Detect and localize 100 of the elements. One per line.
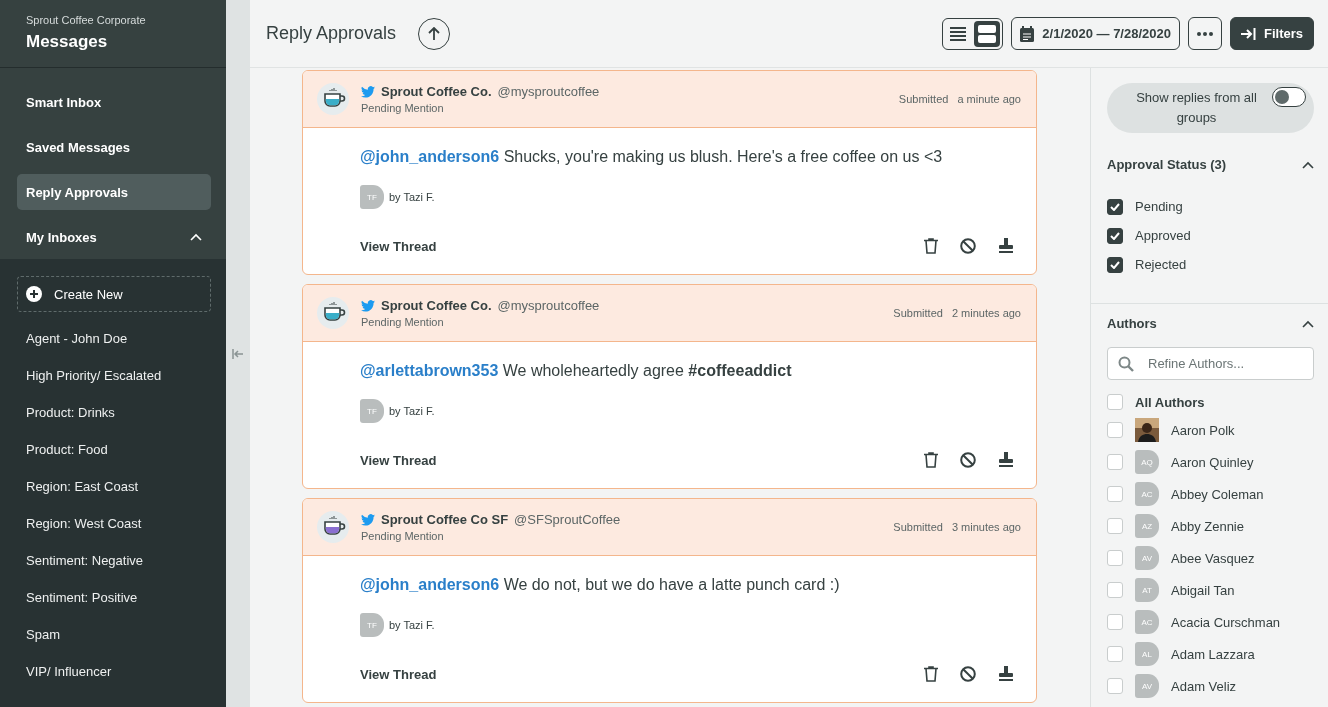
inbox-item[interactable]: Region: East Coast <box>17 468 211 505</box>
checkbox-label[interactable]: Rejected <box>1135 257 1187 272</box>
inbox-item[interactable]: Region: West Coast <box>17 505 211 542</box>
trash-icon[interactable] <box>924 238 938 254</box>
account-handle: @SFSproutCoffee <box>514 512 621 527</box>
submitted-time: a minute ago <box>957 93 1021 105</box>
author-avatar: AT <box>1135 578 1159 602</box>
nav-item[interactable]: Smart Inbox <box>17 84 211 120</box>
coffee-cup-icon <box>317 83 349 115</box>
author-avatar: AC <box>1135 482 1159 506</box>
author-name[interactable]: Aaron Quinley <box>1171 454 1254 470</box>
more-button[interactable] <box>1188 17 1222 50</box>
ban-icon[interactable] <box>960 452 976 468</box>
calendar-icon <box>1020 25 1035 42</box>
account-handle: @mysproutcoffee <box>497 84 600 99</box>
author-name[interactable]: Acacia Curschman <box>1171 614 1281 630</box>
chevron-icon[interactable] <box>1302 319 1314 328</box>
checkbox[interactable] <box>1107 256 1123 273</box>
author-name[interactable]: Adam Lazzara <box>1171 646 1255 662</box>
author-avatar: TF <box>360 185 384 209</box>
author-name: by Tazi F. <box>389 405 435 417</box>
checkbox[interactable] <box>1107 227 1123 244</box>
author-name: by Tazi F. <box>389 191 435 203</box>
checkmark-icon <box>1110 260 1120 269</box>
inbox-item[interactable]: Product: Food <box>17 431 211 468</box>
bird-icon <box>361 513 375 526</box>
message-text: @john_anderson6 Shucks, you're making us blush. Here's a free coffee on us <3 <box>360 147 944 167</box>
trash-icon[interactable] <box>924 452 938 468</box>
author-avatar: AV <box>1135 546 1159 570</box>
message-text: @john_anderson6 We do not, but we do have a latte punch card :) <box>360 575 841 595</box>
plus-circle-icon <box>26 286 42 302</box>
submitted-label: Submitted <box>893 521 943 533</box>
view-thread-link[interactable]: View Thread <box>360 452 902 468</box>
inbox-item[interactable]: Product: Drinks <box>17 394 211 431</box>
inbox-item[interactable]: Agent - John Doe <box>17 320 211 357</box>
submitted-label: Submitted <box>898 93 949 105</box>
filter-section-title[interactable]: Approval Status (3) <box>1107 157 1227 172</box>
account-name: Sprout Coffee Co SF <box>381 512 509 527</box>
submitted-time: 3 minutes ago <box>951 521 1021 533</box>
organization-name: Sprout Coffee Corporate <box>26 14 147 26</box>
inbox-item[interactable]: VIP/ Influencer <box>17 653 211 690</box>
trash-icon[interactable] <box>924 666 938 682</box>
page-title: Reply Approvals <box>266 23 397 44</box>
inbox-item[interactable]: Spam <box>17 616 211 653</box>
toggle-switch[interactable] <box>1272 87 1306 107</box>
nav-item[interactable]: Reply Approvals <box>17 174 211 210</box>
mention-link[interactable]: @john_anderson6 <box>360 576 500 593</box>
coffee-cup-icon <box>317 297 349 329</box>
view-thread-link[interactable]: View Thread <box>360 666 902 682</box>
list-view-icon <box>950 25 967 42</box>
search-field[interactable]: Refine Authors... <box>1107 347 1314 380</box>
date-range-button[interactable]: 2/1/2020 — 7/28/2020 <box>1011 17 1180 50</box>
more-icon <box>1197 31 1213 36</box>
author-avatar: AZ <box>1135 514 1159 538</box>
mention-link[interactable]: @john_anderson6 <box>360 148 500 165</box>
author-name[interactable]: Adam Veliz <box>1171 678 1237 694</box>
view-mode-button[interactable] <box>974 20 1001 47</box>
author-avatar: AC <box>1135 610 1159 634</box>
mention-link[interactable]: @arlettabrown353 <box>360 362 499 379</box>
author-name[interactable]: Aaron Polk <box>1171 422 1235 438</box>
status-label: Pending Mention <box>361 316 445 328</box>
checkmark-icon <box>1110 202 1120 211</box>
filter-section-title[interactable]: Authors <box>1107 316 1157 331</box>
stamp-icon[interactable] <box>998 452 1014 468</box>
filters-button[interactable]: Filters <box>1230 17 1314 50</box>
submitted-time: 2 minutes ago <box>951 307 1021 319</box>
inbox-item[interactable]: Sentiment: Positive <box>17 579 211 616</box>
author-avatar: TF <box>360 399 384 423</box>
section-header[interactable]: My Inboxes <box>26 229 97 245</box>
stamp-icon[interactable] <box>998 238 1014 254</box>
inbox-item[interactable]: Sentiment: Negative <box>17 542 211 579</box>
chevron-icon[interactable] <box>1302 160 1314 169</box>
author-name: by Tazi F. <box>389 619 435 631</box>
coffee-cup-icon <box>317 511 349 543</box>
author-avatar: AQ <box>1135 450 1159 474</box>
ban-icon[interactable] <box>960 238 976 254</box>
card-view-icon <box>978 23 997 44</box>
checkbox-label[interactable]: Approved <box>1135 228 1191 243</box>
submitted-label: Submitted <box>893 307 943 319</box>
ban-icon[interactable] <box>960 666 976 682</box>
arrow-up-icon <box>428 26 441 41</box>
nav-item[interactable]: Saved Messages <box>17 129 211 165</box>
view-thread-link[interactable]: View Thread <box>360 238 902 254</box>
author-name[interactable]: Abbey Coleman <box>1171 486 1264 502</box>
author-name[interactable]: Abigail Tan <box>1171 582 1235 598</box>
author-avatar: AV <box>1135 674 1159 698</box>
bird-icon <box>361 299 375 312</box>
checkbox-label[interactable]: All Authors <box>1135 394 1205 410</box>
checkbox[interactable] <box>1107 198 1123 215</box>
author-avatar: TF <box>360 613 384 637</box>
status-label: Pending Mention <box>361 530 445 542</box>
author-name[interactable]: Abee Vasquez <box>1171 550 1255 566</box>
inbox-item[interactable]: High Priority/ Escalated <box>17 357 211 394</box>
create-new-button[interactable]: Create New <box>17 276 211 312</box>
bird-icon <box>361 85 375 98</box>
author-name[interactable]: Abby Zennie <box>1171 518 1244 534</box>
account-name: Sprout Coffee Co. <box>381 84 492 99</box>
stamp-icon[interactable] <box>998 666 1014 682</box>
account-handle: @mysproutcoffee <box>497 298 600 313</box>
checkbox-label[interactable]: Pending <box>1135 199 1183 214</box>
